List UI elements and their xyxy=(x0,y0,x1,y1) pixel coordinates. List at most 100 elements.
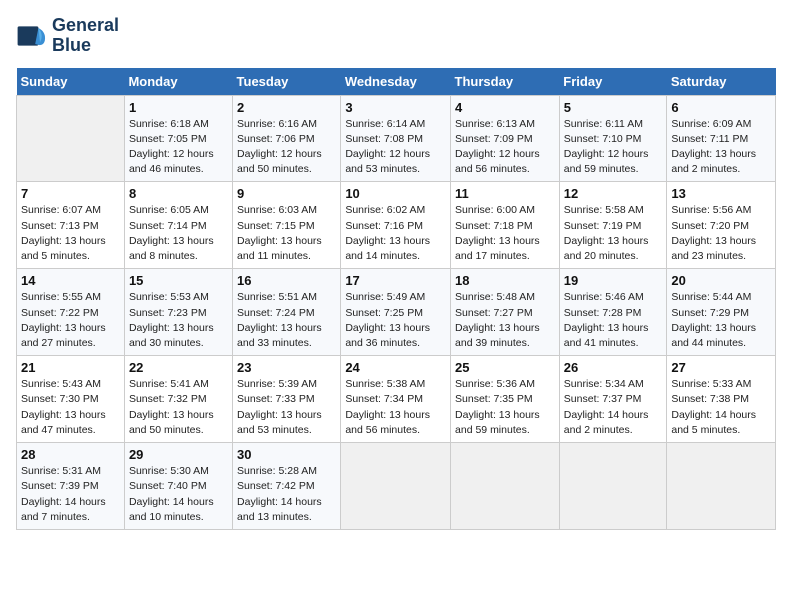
calendar-cell-w4d5 xyxy=(559,443,667,530)
day-info: Sunrise: 6:00 AM Sunset: 7:18 PM Dayligh… xyxy=(455,203,555,264)
day-number: 17 xyxy=(345,273,446,288)
day-number: 10 xyxy=(345,186,446,201)
day-info: Sunrise: 5:56 AM Sunset: 7:20 PM Dayligh… xyxy=(671,203,771,264)
weekday-header-friday: Friday xyxy=(559,68,667,96)
calendar-cell-w1d2: 9 Sunrise: 6:03 AM Sunset: 7:15 PM Daylig… xyxy=(233,182,341,269)
calendar-cell-w4d4 xyxy=(451,443,560,530)
weekday-header-sunday: Sunday xyxy=(17,68,125,96)
calendar-cell-w3d4: 25 Sunrise: 5:36 AM Sunset: 7:35 PM Dayli… xyxy=(451,356,560,443)
calendar-cell-w2d0: 14 Sunrise: 5:55 AM Sunset: 7:22 PM Dayli… xyxy=(17,269,125,356)
day-number: 11 xyxy=(455,186,555,201)
calendar-cell-w0d1: 1Sunrise: 6:18 AM Sunset: 7:05 PM Daylig… xyxy=(124,95,232,182)
day-info: Sunrise: 5:39 AM Sunset: 7:33 PM Dayligh… xyxy=(237,377,336,438)
calendar-cell-w4d1: 29 Sunrise: 5:30 AM Sunset: 7:40 PM Dayli… xyxy=(124,443,232,530)
calendar-table: SundayMondayTuesdayWednesdayThursdayFrid… xyxy=(16,68,776,530)
day-info: Sunrise: 6:11 AM Sunset: 7:10 PM Dayligh… xyxy=(564,117,663,178)
calendar-cell-w4d6 xyxy=(667,443,776,530)
day-number: 16 xyxy=(237,273,336,288)
weekday-header-monday: Monday xyxy=(124,68,232,96)
day-number: 28 xyxy=(21,447,120,462)
day-info: Sunrise: 5:30 AM Sunset: 7:40 PM Dayligh… xyxy=(129,464,228,525)
day-number: 24 xyxy=(345,360,446,375)
day-number: 1 xyxy=(129,100,228,115)
day-info: Sunrise: 6:09 AM Sunset: 7:11 PM Dayligh… xyxy=(671,117,771,178)
day-number: 15 xyxy=(129,273,228,288)
day-number: 5 xyxy=(564,100,663,115)
day-info: Sunrise: 5:43 AM Sunset: 7:30 PM Dayligh… xyxy=(21,377,120,438)
calendar-cell-w0d2: 2Sunrise: 6:16 AM Sunset: 7:06 PM Daylig… xyxy=(233,95,341,182)
day-number: 21 xyxy=(21,360,120,375)
calendar-cell-w3d6: 27Sunrise: 5:33 AM Sunset: 7:38 PM Dayli… xyxy=(667,356,776,443)
page-header: General Blue xyxy=(16,16,776,56)
day-number: 29 xyxy=(129,447,228,462)
day-info: Sunrise: 6:07 AM Sunset: 7:13 PM Dayligh… xyxy=(21,203,120,264)
calendar-cell-w3d3: 24Sunrise: 5:38 AM Sunset: 7:34 PM Dayli… xyxy=(341,356,451,443)
calendar-cell-w2d2: 16 Sunrise: 5:51 AM Sunset: 7:24 PM Dayli… xyxy=(233,269,341,356)
day-info: Sunrise: 5:34 AM Sunset: 7:37 PM Dayligh… xyxy=(564,377,663,438)
day-info: Sunrise: 5:55 AM Sunset: 7:22 PM Dayligh… xyxy=(21,290,120,351)
day-info: Sunrise: 6:02 AM Sunset: 7:16 PM Dayligh… xyxy=(345,203,446,264)
day-number: 23 xyxy=(237,360,336,375)
calendar-cell-w3d5: 26 Sunrise: 5:34 AM Sunset: 7:37 PM Dayli… xyxy=(559,356,667,443)
day-info: Sunrise: 5:53 AM Sunset: 7:23 PM Dayligh… xyxy=(129,290,228,351)
calendar-cell-w1d6: 13 Sunrise: 5:56 AM Sunset: 7:20 PM Dayli… xyxy=(667,182,776,269)
day-number: 12 xyxy=(564,186,663,201)
day-info: Sunrise: 6:16 AM Sunset: 7:06 PM Dayligh… xyxy=(237,117,336,178)
logo: General Blue xyxy=(16,16,119,56)
weekday-header-saturday: Saturday xyxy=(667,68,776,96)
day-number: 4 xyxy=(455,100,555,115)
day-info: Sunrise: 5:41 AM Sunset: 7:32 PM Dayligh… xyxy=(129,377,228,438)
day-number: 8 xyxy=(129,186,228,201)
day-number: 26 xyxy=(564,360,663,375)
logo-text: General Blue xyxy=(52,16,119,56)
calendar-cell-w3d0: 21 Sunrise: 5:43 AM Sunset: 7:30 PM Dayli… xyxy=(17,356,125,443)
day-info: Sunrise: 6:03 AM Sunset: 7:15 PM Dayligh… xyxy=(237,203,336,264)
weekday-header-tuesday: Tuesday xyxy=(233,68,341,96)
calendar-cell-w1d0: 7 Sunrise: 6:07 AM Sunset: 7:13 PM Daylig… xyxy=(17,182,125,269)
calendar-cell-w0d0 xyxy=(17,95,125,182)
day-number: 22 xyxy=(129,360,228,375)
day-info: Sunrise: 6:05 AM Sunset: 7:14 PM Dayligh… xyxy=(129,203,228,264)
calendar-cell-w1d3: 10 Sunrise: 6:02 AM Sunset: 7:16 PM Dayli… xyxy=(341,182,451,269)
day-number: 3 xyxy=(345,100,446,115)
day-number: 19 xyxy=(564,273,663,288)
weekday-header-thursday: Thursday xyxy=(451,68,560,96)
day-number: 18 xyxy=(455,273,555,288)
day-info: Sunrise: 5:58 AM Sunset: 7:19 PM Dayligh… xyxy=(564,203,663,264)
calendar-cell-w0d6: 6 Sunrise: 6:09 AM Sunset: 7:11 PM Daylig… xyxy=(667,95,776,182)
weekday-header-wednesday: Wednesday xyxy=(341,68,451,96)
day-number: 30 xyxy=(237,447,336,462)
calendar-cell-w3d1: 22 Sunrise: 5:41 AM Sunset: 7:32 PM Dayli… xyxy=(124,356,232,443)
calendar-cell-w4d3 xyxy=(341,443,451,530)
calendar-cell-w4d2: 30 Sunrise: 5:28 AM Sunset: 7:42 PM Dayli… xyxy=(233,443,341,530)
calendar-cell-w2d1: 15 Sunrise: 5:53 AM Sunset: 7:23 PM Dayli… xyxy=(124,269,232,356)
calendar-cell-w1d5: 12 Sunrise: 5:58 AM Sunset: 7:19 PM Dayli… xyxy=(559,182,667,269)
calendar-cell-w2d3: 17 Sunrise: 5:49 AM Sunset: 7:25 PM Dayli… xyxy=(341,269,451,356)
calendar-cell-w2d5: 19 Sunrise: 5:46 AM Sunset: 7:28 PM Dayli… xyxy=(559,269,667,356)
day-number: 25 xyxy=(455,360,555,375)
day-info: Sunrise: 6:13 AM Sunset: 7:09 PM Dayligh… xyxy=(455,117,555,178)
day-number: 7 xyxy=(21,186,120,201)
day-info: Sunrise: 5:36 AM Sunset: 7:35 PM Dayligh… xyxy=(455,377,555,438)
calendar-cell-w0d3: 3 Sunrise: 6:14 AM Sunset: 7:08 PM Daylig… xyxy=(341,95,451,182)
day-number: 27 xyxy=(671,360,771,375)
day-info: Sunrise: 5:48 AM Sunset: 7:27 PM Dayligh… xyxy=(455,290,555,351)
day-number: 6 xyxy=(671,100,771,115)
day-number: 14 xyxy=(21,273,120,288)
day-info: Sunrise: 5:51 AM Sunset: 7:24 PM Dayligh… xyxy=(237,290,336,351)
calendar-cell-w1d1: 8 Sunrise: 6:05 AM Sunset: 7:14 PM Daylig… xyxy=(124,182,232,269)
day-number: 9 xyxy=(237,186,336,201)
calendar-cell-w0d4: 4 Sunrise: 6:13 AM Sunset: 7:09 PM Daylig… xyxy=(451,95,560,182)
day-number: 13 xyxy=(671,186,771,201)
calendar-cell-w2d6: 20Sunrise: 5:44 AM Sunset: 7:29 PM Dayli… xyxy=(667,269,776,356)
day-number: 20 xyxy=(671,273,771,288)
calendar-cell-w2d4: 18 Sunrise: 5:48 AM Sunset: 7:27 PM Dayli… xyxy=(451,269,560,356)
day-info: Sunrise: 5:49 AM Sunset: 7:25 PM Dayligh… xyxy=(345,290,446,351)
day-info: Sunrise: 6:14 AM Sunset: 7:08 PM Dayligh… xyxy=(345,117,446,178)
calendar-cell-w1d4: 11 Sunrise: 6:00 AM Sunset: 7:18 PM Dayli… xyxy=(451,182,560,269)
calendar-cell-w3d2: 23 Sunrise: 5:39 AM Sunset: 7:33 PM Dayli… xyxy=(233,356,341,443)
day-info: Sunrise: 5:46 AM Sunset: 7:28 PM Dayligh… xyxy=(564,290,663,351)
calendar-cell-w4d0: 28Sunrise: 5:31 AM Sunset: 7:39 PM Dayli… xyxy=(17,443,125,530)
calendar-cell-w0d5: 5 Sunrise: 6:11 AM Sunset: 7:10 PM Daylig… xyxy=(559,95,667,182)
day-info: Sunrise: 5:28 AM Sunset: 7:42 PM Dayligh… xyxy=(237,464,336,525)
